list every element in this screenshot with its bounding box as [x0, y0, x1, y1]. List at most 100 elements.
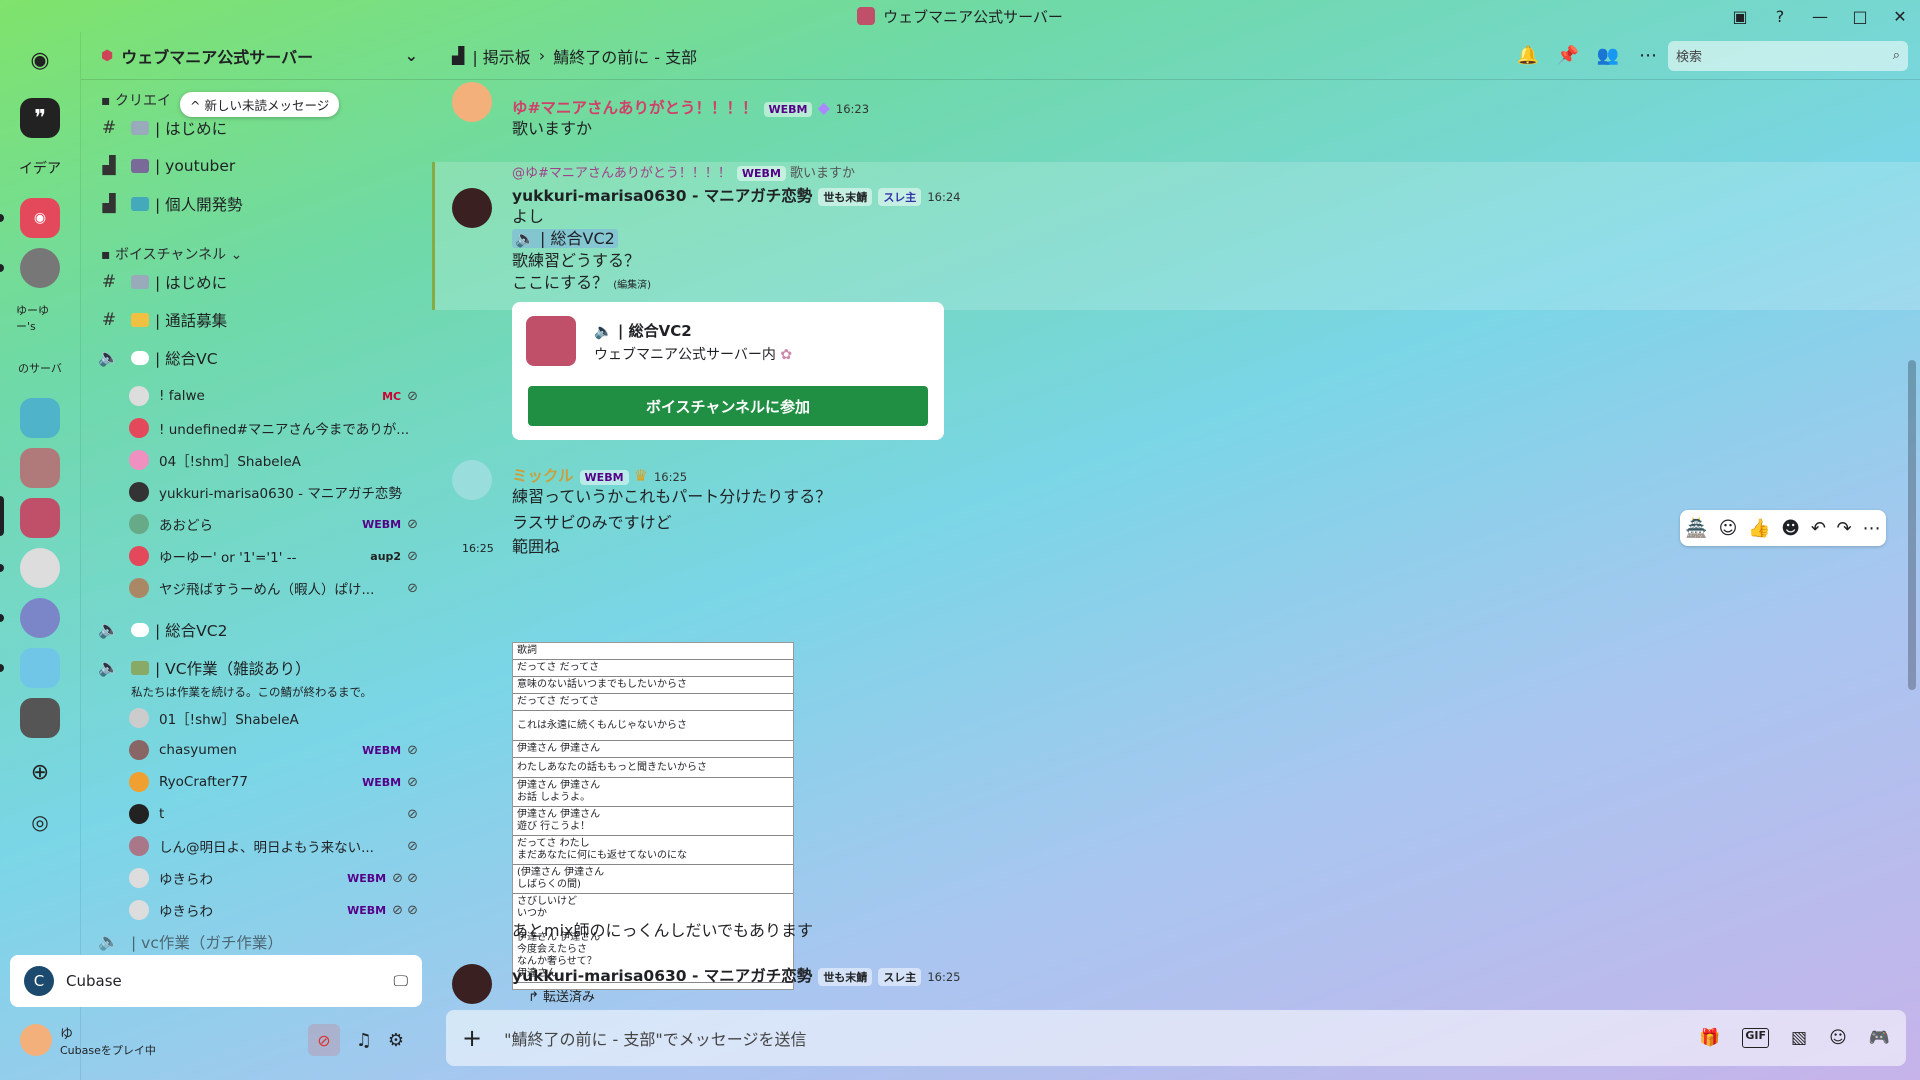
server-idea[interactable]: イデア [16, 148, 64, 188]
apps-icon[interactable]: 🎮 [1869, 1028, 1890, 1048]
voice-member[interactable]: 01［!shw］ShabeleA [129, 704, 418, 732]
avatar[interactable] [452, 460, 492, 500]
server-anime[interactable] [20, 248, 60, 288]
channel-mention[interactable]: 🔈 | 総合VC2 [512, 229, 618, 248]
reaction-icon[interactable]: 🏯 [1685, 518, 1707, 539]
channel-youtuber[interactable]: ▟ | youtuber [97, 150, 422, 182]
close-button[interactable]: ✕ [1880, 7, 1920, 26]
voice-channel-sogo[interactable]: 🔈 | 総合VC [97, 342, 422, 374]
gif-icon[interactable]: GIF [1742, 1028, 1770, 1048]
server-list: ◉ ❞ イデア ◉ ゆーゆー's のサーバ ⊕ ◎ [0, 32, 80, 1080]
add-attachment-icon[interactable]: + [462, 1024, 482, 1052]
server-maid[interactable] [20, 548, 60, 588]
voice-member[interactable]: yukkuri-marisa0630 - マニアガチ恋勢 [129, 478, 418, 506]
sticker-icon[interactable]: ▧ [1791, 1028, 1807, 1048]
discover-icon[interactable]: ◎ [20, 802, 60, 842]
voice-member[interactable]: ヤジ飛ばすうーめん（暇人）ぱけ... ⊘ [129, 574, 418, 602]
search-input[interactable]: 検索 ⌕ [1668, 40, 1908, 71]
server-cat[interactable] [20, 398, 60, 438]
settings-gear-icon[interactable]: ⚙ [380, 1030, 412, 1051]
voice-channel-sagyo[interactable]: 🔈 | VC作業（雑談あり） [97, 652, 422, 684]
table-row: 伊達さん 伊達さん 遊び 行こうよ！ [513, 806, 793, 836]
chevron-down-icon: ⌄ [404, 46, 418, 65]
headphones-icon[interactable]: ♫ [348, 1030, 380, 1051]
message-actions-bar: 🏯 ☺ 👍 ☻ ↶ ↷ ⋯ [1680, 510, 1886, 546]
server-sunglasses[interactable] [20, 698, 60, 738]
maximize-button[interactable]: □ [1840, 7, 1880, 26]
server-collage[interactable] [20, 448, 60, 488]
add-server-icon[interactable]: ⊕ [20, 752, 60, 792]
emoji-icon[interactable]: ☺ [1829, 1028, 1847, 1048]
help-icon[interactable]: ? [1760, 7, 1800, 26]
cubase-icon: C [24, 966, 54, 996]
server-quote[interactable]: ❞ [20, 98, 60, 138]
more-icon[interactable]: ⋯ [1863, 518, 1881, 539]
forum-link[interactable]: | 掲示板 [472, 44, 530, 68]
voice-channel-sogo2[interactable]: 🔈 | 総合VC2 [97, 614, 422, 646]
gift-icon[interactable]: 🎁 [1699, 1028, 1720, 1048]
forward-icon[interactable]: ↷ [1837, 518, 1852, 539]
server-boost-icon: ⬢ [101, 47, 114, 64]
table-row: だってさ だってさ [513, 659, 793, 677]
voice-member[interactable]: 04［!shm］ShabeleA [129, 446, 418, 474]
add-reaction-icon[interactable]: ☻ [1781, 518, 1800, 539]
reply-icon[interactable]: ↶ [1811, 518, 1826, 539]
pin-icon[interactable]: 📌 [1548, 45, 1588, 66]
server-yuyu[interactable]: ゆーゆー's [16, 298, 64, 338]
voice-member[interactable]: ゆーゆー' or '1'='1' -- aup2 ⊘ [129, 542, 418, 570]
avatar[interactable] [20, 1024, 52, 1056]
avatar[interactable] [452, 964, 492, 1004]
message-composer[interactable]: + "鯖終了の前に - 支部"でメッセージを送信 🎁 GIF ▧ ☺ 🎮 [446, 1010, 1906, 1066]
message: 範囲ね [512, 537, 561, 556]
voice-member[interactable]: ! falwe MC ⊘ [129, 382, 418, 410]
activity-panel[interactable]: C Cubase 🖵 [10, 955, 422, 1007]
scrollbar[interactable] [1908, 360, 1916, 690]
voice-member[interactable]: ゆきらわ WEBM ⊘ ⊘ [129, 896, 418, 924]
muted-icon: ⊘ [407, 388, 418, 404]
forum-icon: ▟ [102, 194, 116, 214]
avatar [526, 316, 576, 366]
channel-kojin[interactable]: ▟ | 個人開発勢 [97, 188, 422, 220]
avatar[interactable] [452, 82, 492, 122]
mic-muted-icon[interactable]: ⊘ [308, 1024, 340, 1056]
voice-member[interactable]: t ⊘ [129, 800, 418, 828]
category-creator[interactable]: ▪ クリエイ [101, 90, 171, 110]
avatar[interactable] [452, 188, 492, 228]
more-icon[interactable]: ⋯ [1628, 45, 1668, 66]
thread-title: 鯖終了の前に - 支部 [553, 47, 698, 67]
unread-messages-toast[interactable]: ^ 新しい未読メッセージ [180, 92, 340, 117]
forward-icon: ↱ [528, 990, 539, 1005]
server-icon [857, 7, 876, 25]
voice-channel-gachi[interactable]: 🔈 | vc作業（ガチ作業） [97, 932, 422, 952]
server-discord[interactable]: ◉ [20, 198, 60, 238]
server-building[interactable] [20, 648, 60, 688]
server-other[interactable]: のサーバ [16, 348, 64, 388]
discord-home-icon[interactable]: ◉ [20, 40, 60, 80]
server-character[interactable] [20, 598, 60, 638]
channel-tsuwa[interactable]: # | 通話募集 [97, 304, 422, 336]
thread-icon: ▟ [452, 46, 465, 65]
members-icon[interactable]: 👥 [1588, 45, 1628, 66]
voice-member[interactable]: chasyumen WEBM ⊘ [129, 736, 418, 764]
message-input[interactable]: "鯖終了の前に - 支部"でメッセージを送信 [504, 1026, 806, 1050]
voice-member[interactable]: RyoCrafter77 WEBM ⊘ [129, 768, 418, 796]
server-webmania[interactable] [20, 498, 60, 538]
muted-icon: ⊘ [407, 774, 418, 790]
minimize-button[interactable]: — [1800, 7, 1840, 26]
thumbs-up-icon[interactable]: 👍 [1748, 518, 1770, 539]
window-title: ウェブマニア公式サーバー [883, 7, 1063, 26]
voice-member[interactable]: しん@明日よ、明日よもう来ない... ⊘ [129, 832, 418, 860]
bell-icon[interactable]: 🔔 [1508, 45, 1548, 66]
join-voice-button[interactable]: ボイスチャンネルに参加 [528, 386, 928, 426]
voice-member[interactable]: ! undefined#マニアさん今までありが... [129, 414, 418, 442]
reply-preview[interactable]: @ゆ#マニアさんありがとう！！！！ WEBM 歌いますか [512, 162, 1880, 181]
speaker-icon: 🔈 [98, 658, 120, 678]
reaction-icon[interactable]: ☺ [1719, 518, 1738, 539]
server-header[interactable]: ⬢ ウェブマニア公式サーバー ⌄ [81, 32, 432, 80]
voice-member[interactable]: あおどら WEBM ⊘ [129, 510, 418, 538]
stream-icon[interactable]: 🖵 [394, 972, 408, 990]
inbox-icon[interactable]: ▣ [1720, 7, 1760, 26]
channel-hajimeni-2[interactable]: # | はじめに [97, 266, 422, 298]
voice-member[interactable]: ゆきらわ WEBM ⊘ ⊘ [129, 864, 418, 892]
category-voice[interactable]: ▪ ボイスチャンネル ⌄ [101, 244, 242, 264]
